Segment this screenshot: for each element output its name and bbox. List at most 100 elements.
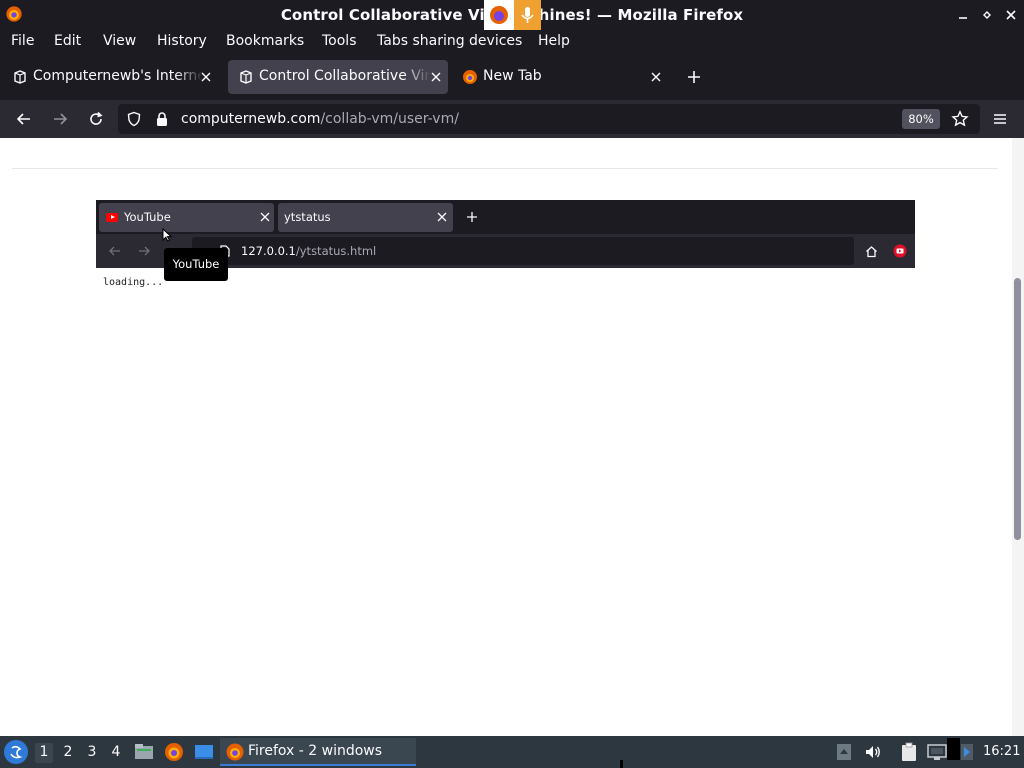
clipboard-icon[interactable] [900, 742, 918, 762]
window-titlebar: Control Collaborative Virt chines! — Moz… [0, 0, 1024, 30]
vm-tab-label: ytstatus [284, 210, 331, 224]
menu-view[interactable]: View [103, 33, 136, 49]
vm-tab-strip: YouTube ytstatus [96, 200, 915, 234]
vm-back-button[interactable] [108, 244, 122, 258]
menu-bar: File Edit View History Bookmarks Tools T… [0, 30, 1024, 54]
page-content: YouTube ytstatus 127.0.0.1/ytstatus.html… [0, 138, 1024, 736]
vm-tab-close-button[interactable] [436, 211, 448, 223]
reload-icon [90, 111, 103, 125]
forward-button[interactable] [50, 109, 70, 129]
menu-file[interactable]: File [11, 33, 34, 49]
microphone-icon [514, 0, 541, 30]
menu-tools[interactable]: Tools [322, 33, 357, 49]
close-icon [1006, 10, 1016, 20]
close-icon [437, 212, 447, 222]
vm-tab-label: YouTube [124, 210, 171, 224]
firefox-icon [463, 70, 477, 84]
tab-close-button[interactable] [198, 69, 214, 85]
start-menu-button[interactable] [4, 740, 28, 764]
workspace-1[interactable]: 1 [35, 743, 53, 763]
menu-tabs-sharing-devices[interactable]: Tabs sharing devices [377, 33, 522, 49]
notification-overlay [484, 0, 541, 30]
taskbar-firefox-task[interactable]: Firefox - 2 windows [220, 738, 416, 766]
youtube-icon [893, 244, 907, 258]
tab-computernewb[interactable]: Computernewb's Internet [2, 60, 218, 94]
volume-icon[interactable] [864, 744, 882, 760]
menu-edit[interactable]: Edit [54, 33, 81, 49]
network-icon[interactable] [927, 743, 947, 761]
zoom-indicator[interactable]: 80% [902, 109, 940, 129]
vm-youtube-extension-button[interactable] [893, 244, 907, 258]
close-window-button[interactable] [1004, 6, 1018, 24]
shield-icon[interactable] [126, 111, 142, 127]
vm-tab-tooltip: YouTube [164, 248, 228, 281]
file-manager-icon[interactable] [133, 741, 155, 763]
hamburger-menu-icon [994, 114, 1006, 124]
vm-tab-ytstatus[interactable]: ytstatus [278, 203, 453, 232]
lock-icon[interactable] [155, 111, 169, 127]
tab-close-button[interactable] [428, 69, 444, 85]
arrow-left-icon [16, 113, 30, 125]
menu-help[interactable]: Help [538, 33, 570, 49]
firefox-overlay-icon [484, 0, 514, 30]
close-icon [201, 72, 211, 82]
vm-screen[interactable]: YouTube ytstatus 127.0.0.1/ytstatus.html… [96, 200, 915, 620]
taskbar-marker [620, 760, 623, 768]
plus-icon [688, 71, 700, 83]
arrow-left-icon [109, 246, 120, 256]
menu-history[interactable]: History [157, 33, 207, 49]
tab-strip: Computernewb's Internet Control Collabor… [0, 54, 1024, 100]
reload-button[interactable] [86, 109, 106, 129]
vm-forward-button[interactable] [137, 244, 151, 258]
divider [12, 168, 998, 169]
arrow-right-icon [139, 246, 150, 256]
computernewb-icon [240, 70, 252, 84]
back-button[interactable] [14, 109, 34, 129]
distro-logo-icon [10, 745, 23, 759]
vm-url-text: 127.0.0.1/ytstatus.html [241, 244, 377, 258]
new-tab-button[interactable] [684, 67, 704, 87]
firefox-launcher-icon[interactable] [163, 741, 185, 763]
vm-tab-youtube[interactable]: YouTube [99, 203, 274, 232]
restore-button[interactable] [980, 6, 994, 24]
clock[interactable]: 16:21 [983, 744, 1020, 759]
tab-new-tab[interactable]: New Tab [452, 60, 672, 94]
show-desktop-icon[interactable] [193, 741, 215, 763]
star-icon[interactable] [951, 110, 969, 128]
page-scrollbar[interactable] [1012, 138, 1024, 736]
restore-icon [983, 11, 991, 19]
vm-home-button[interactable] [864, 244, 878, 258]
vm-page-status-text: loading... [103, 277, 164, 288]
navigation-toolbar: computernewb.com/collab-vm/user-vm/ 80% [0, 100, 1024, 138]
app-menu-button[interactable] [990, 109, 1010, 129]
youtube-icon [106, 213, 118, 222]
tab-close-button[interactable] [648, 69, 664, 85]
computernewb-icon [14, 70, 26, 84]
home-icon [865, 245, 877, 257]
close-icon [651, 72, 661, 82]
workspace-2[interactable]: 2 [59, 743, 77, 763]
minimize-button[interactable] [956, 6, 970, 24]
vm-new-tab-button[interactable] [466, 211, 478, 223]
tray-up-arrow-icon[interactable] [836, 743, 852, 761]
url-text: computernewb.com/collab-vm/user-vm/ [181, 111, 459, 127]
taskbar-task-label: Firefox - 2 windows [248, 743, 383, 759]
taskbar: 1 2 3 4 Firefox - 2 windows 16:21 [0, 736, 1024, 768]
tray-black-block [947, 738, 960, 760]
vm-url-bar[interactable]: 127.0.0.1/ytstatus.html [192, 237, 854, 265]
vm-tab-close-button[interactable] [259, 211, 271, 223]
tray-app-icon[interactable] [960, 743, 974, 761]
menu-bookmarks[interactable]: Bookmarks [226, 33, 304, 49]
tab-control-collaborative[interactable]: Control Collaborative Virt [228, 60, 448, 94]
workspace-4[interactable]: 4 [107, 743, 125, 763]
close-icon [260, 212, 270, 222]
mouse-cursor-icon [162, 228, 172, 242]
plus-icon [467, 212, 477, 222]
workspace-3[interactable]: 3 [83, 743, 101, 763]
scrollbar-thumb[interactable] [1014, 278, 1021, 540]
arrow-right-icon [54, 113, 68, 125]
tab-label: New Tab [483, 68, 542, 84]
firefox-icon [226, 743, 244, 761]
minimize-icon [959, 17, 967, 19]
url-bar[interactable]: computernewb.com/collab-vm/user-vm/ 80% [118, 104, 980, 134]
